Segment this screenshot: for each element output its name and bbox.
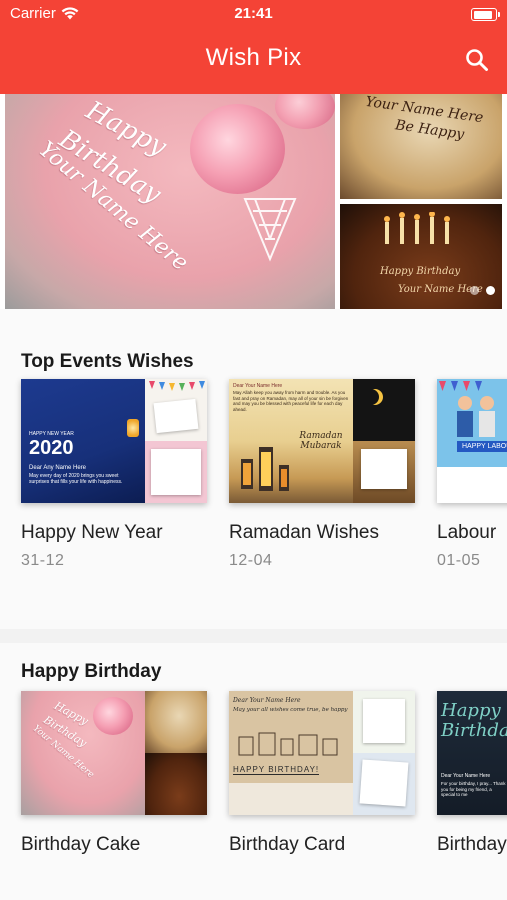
- card-thumbnail[interactable]: HAPPY NEW YEAR 2020 Dear Any Name Here M…: [21, 379, 207, 503]
- new-year-art: HAPPY NEW YEAR 2020 Dear Any Name Here M…: [21, 379, 145, 503]
- birthday-card-art: Dear Your Name Here May your all wishes …: [229, 691, 353, 815]
- candles-decoration: [384, 212, 450, 244]
- birthday-cake-side-art-2: [145, 753, 207, 815]
- status-bar: Carrier 21:41: [0, 0, 507, 30]
- ramadan-message: May Allah keep you away from harm and tr…: [233, 390, 349, 412]
- ramadan-art: Dear Your Name Here May Allah keep you a…: [229, 379, 353, 503]
- card-date: 31-12: [21, 552, 65, 569]
- birthday-card-head: Dear Your Name Here: [233, 697, 301, 704]
- app-bar: Carrier 21:41 Wish Pix: [0, 0, 507, 94]
- card-thumbnail[interactable]: HAPPY LABOUR: [437, 379, 507, 503]
- card-title: Ramadan Wishes: [229, 522, 379, 543]
- birthday-cake-side-art: [145, 691, 207, 753]
- section-top-events: Top Events Wishes HAPPY NEW YEAR 2020 De…: [0, 309, 507, 629]
- card-title: Birthday Cake: [21, 834, 141, 855]
- ramadan-title: Ramadan Mubarak: [299, 431, 343, 451]
- birthday-card-message: May your all wishes come true, be happy: [233, 707, 348, 713]
- new-year-name-line: Dear Any Name Here: [29, 465, 87, 471]
- birthday-script: Happy Birthday: [441, 700, 507, 741]
- birthday-cake-art: Happy Birthday Your Name Here: [21, 691, 145, 815]
- rose-decoration: [93, 697, 133, 735]
- ramadan-head: Dear Your Name Here: [233, 383, 283, 389]
- workers-decoration: [457, 396, 495, 437]
- card-title: Birthday Card: [229, 834, 346, 855]
- card-thumbnail[interactable]: Happy Birthday Your Name Here: [21, 691, 207, 815]
- carousel-dot[interactable]: [486, 286, 495, 295]
- app-screen: Carrier 21:41 Wish Pix Happy Birthday Yo…: [0, 0, 507, 900]
- new-year-year: 2020: [29, 437, 74, 459]
- card-thumbnail[interactable]: Happy Birthday Dear Your Name Here For y…: [437, 691, 507, 815]
- battery-level: [473, 10, 493, 19]
- rose-decoration: [275, 94, 335, 129]
- section-happy-birthday: Happy Birthday Happy Birthday Your Name …: [0, 643, 507, 900]
- search-icon: [466, 49, 488, 71]
- new-year-side-art: [145, 379, 207, 441]
- card-thumbnail[interactable]: Dear Your Name Here May your all wishes …: [229, 691, 415, 815]
- banner-carousel[interactable]: Happy Birthday Your Name Here Your Name …: [0, 94, 507, 309]
- card-date: 01-05: [437, 552, 481, 569]
- bunting-decoration: [149, 381, 205, 391]
- section-title: Top Events Wishes: [21, 351, 194, 372]
- card-title: Happy New Year: [21, 522, 163, 543]
- birthday-name-line: Dear Your Name Here: [441, 773, 491, 779]
- banner-side2-text-birthday: Happy Birthday: [380, 266, 461, 277]
- carousel-page-indicator[interactable]: [470, 286, 495, 295]
- ramadan-side-art: [353, 379, 415, 441]
- banner-image-cake-top[interactable]: Your Name Here Be Happy: [340, 94, 502, 199]
- card-title: Labour: [437, 522, 497, 543]
- new-year-message: May every day of 2020 brings you sweet s…: [29, 473, 123, 485]
- status-time: 21:41: [234, 5, 273, 22]
- gifts-decoration: [238, 732, 338, 756]
- carousel-dot[interactable]: [470, 286, 479, 295]
- lanterns-decoration: [241, 447, 289, 491]
- search-button[interactable]: [463, 46, 491, 74]
- labour-tag: HAPPY LABOUR: [457, 441, 507, 452]
- new-year-side-art-2: [145, 441, 207, 503]
- lace-decoration: [243, 198, 297, 262]
- card-title: Birthday: [437, 834, 507, 855]
- birthday-card-side-art-2: [353, 753, 415, 815]
- ramadan-side-art-2: [353, 441, 415, 503]
- battery-icon: [471, 8, 500, 21]
- rose-decoration: [190, 104, 285, 194]
- birthday-message: For your birthday, I pray... Thank you f…: [441, 781, 506, 797]
- birthday-card-title: HAPPY BIRTHDAY!: [233, 765, 320, 775]
- birthday-card-side-art: [353, 691, 415, 753]
- banner-image-cake[interactable]: Happy Birthday Your Name Here: [5, 94, 335, 309]
- section-title: Happy Birthday: [21, 661, 162, 682]
- app-title: Wish Pix: [205, 44, 302, 71]
- card-date: 12-04: [229, 552, 273, 569]
- card-thumbnail[interactable]: Dear Your Name Here May Allah keep you a…: [229, 379, 415, 503]
